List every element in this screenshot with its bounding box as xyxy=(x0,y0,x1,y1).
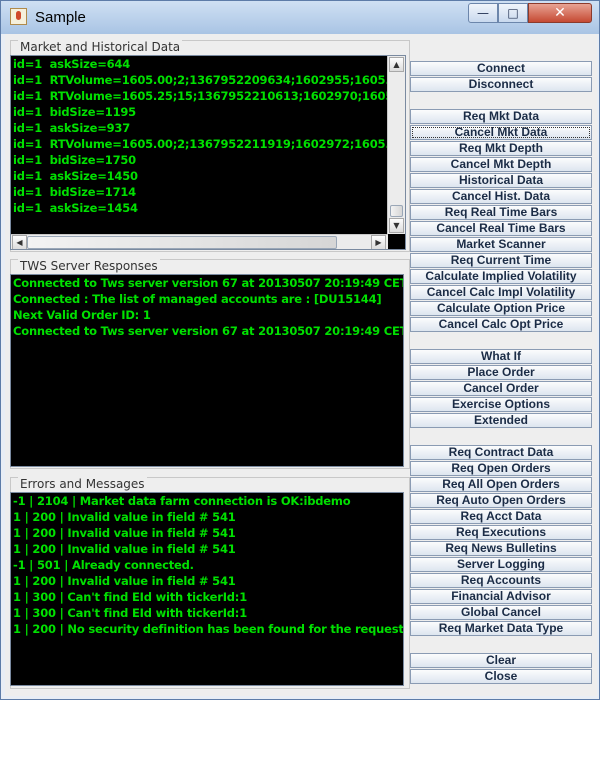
req-current-time-button[interactable]: Req Current Time xyxy=(410,253,592,268)
console-line: 1 | 200 | No security definition has bee… xyxy=(13,622,404,636)
cancel-mkt-depth-button[interactable]: Cancel Mkt Depth xyxy=(410,157,592,172)
req-acct-data-button[interactable]: Req Acct Data xyxy=(410,509,592,524)
cancel-calc-impl-volatility-button[interactable]: Cancel Calc Impl Volatility xyxy=(410,285,592,300)
financial-advisor-button[interactable]: Financial Advisor xyxy=(410,589,592,604)
console-line: 1 | 200 | Invalid value in field # 541 xyxy=(13,542,236,556)
console-line: 1 | 300 | Can't find EId with tickerId:1 xyxy=(13,590,247,604)
console-line: Next Valid Order ID: 1 xyxy=(13,308,151,322)
req-news-bulletins-button[interactable]: Req News Bulletins xyxy=(410,541,592,556)
console-line: id=1 bidSize=1750 xyxy=(13,153,136,167)
console-line: 1 | 200 | Invalid value in field # 541 xyxy=(13,510,236,524)
exercise-options-button[interactable]: Exercise Options xyxy=(410,397,592,412)
window-title: Sample xyxy=(35,9,86,26)
cancel-hist-data-button[interactable]: Cancel Hist. Data xyxy=(410,189,592,204)
what-if-button[interactable]: What If xyxy=(410,349,592,364)
content-pane: Market and Historical Data id=1 askSize=… xyxy=(5,34,597,696)
req-executions-button[interactable]: Req Executions xyxy=(410,525,592,540)
market-data-title: Market and Historical Data xyxy=(18,40,183,54)
console-line: id=1 askSize=1450 xyxy=(13,169,138,183)
scroll-down-arrow[interactable]: ▼ xyxy=(389,218,404,233)
minimize-button[interactable]: — xyxy=(468,3,498,23)
req-contract-data-button[interactable]: Req Contract Data xyxy=(410,445,592,460)
console-line: id=1 bidSize=1195 xyxy=(13,105,136,119)
req-auto-open-orders-button[interactable]: Req Auto Open Orders xyxy=(410,493,592,508)
market-data-vscrollbar[interactable]: ▲ ▼ xyxy=(387,56,405,234)
console-line: id=1 RTVolume=1605.00;2;1367952209634;16… xyxy=(13,73,406,87)
console-line: Connected to Tws server version 67 at 20… xyxy=(13,276,404,290)
cancel-calc-opt-price-button[interactable]: Cancel Calc Opt Price xyxy=(410,317,592,332)
errors-title: Errors and Messages xyxy=(18,477,147,491)
maximize-button[interactable]: □ xyxy=(498,3,528,23)
console-line: -1 | 2104 | Market data farm connection … xyxy=(13,494,351,508)
global-cancel-button[interactable]: Global Cancel xyxy=(410,605,592,620)
console-line: Connected : The list of managed accounts… xyxy=(13,292,382,306)
req-mkt-depth-button[interactable]: Req Mkt Depth xyxy=(410,141,592,156)
title-bar[interactable]: Sample — □ ✕ xyxy=(1,1,599,34)
java-cup-icon xyxy=(10,8,27,25)
errors-console[interactable]: -1 | 2104 | Market data farm connection … xyxy=(10,492,404,686)
console-line: -1 | 501 | Already connected. xyxy=(13,558,194,572)
app-window: Sample — □ ✕ Market and Historical Data … xyxy=(0,0,600,700)
req-open-orders-button[interactable]: Req Open Orders xyxy=(410,461,592,476)
clear-button[interactable]: Clear xyxy=(410,653,592,668)
console-line: 1 | 200 | Invalid value in field # 541 xyxy=(13,526,236,540)
console-line: 1 | 200 | Invalid value in field # 541 xyxy=(13,574,236,588)
disconnect-button[interactable]: Disconnect xyxy=(410,77,592,92)
tws-response-lines: Connected to Tws server version 67 at 20… xyxy=(11,275,403,339)
close-window-button[interactable]: ✕ xyxy=(528,3,592,23)
market-data-lines: id=1 askSize=644 id=1 RTVolume=1605.00;2;… xyxy=(11,56,405,216)
server-logging-button[interactable]: Server Logging xyxy=(410,557,592,572)
console-line: id=1 RTVolume=1605.00;2;1367952211919;16… xyxy=(13,137,406,151)
req-market-data-type-button[interactable]: Req Market Data Type xyxy=(410,621,592,636)
tws-responses-title: TWS Server Responses xyxy=(18,259,160,273)
scroll-up-arrow[interactable]: ▲ xyxy=(389,57,404,72)
extended-button[interactable]: Extended xyxy=(410,413,592,428)
req-accounts-button[interactable]: Req Accounts xyxy=(410,573,592,588)
market-data-console[interactable]: id=1 askSize=644 id=1 RTVolume=1605.00;2;… xyxy=(10,55,406,250)
req-mkt-data-button[interactable]: Req Mkt Data xyxy=(410,109,592,124)
console-line: Connected to Tws server version 67 at 20… xyxy=(13,324,404,338)
market-scanner-button[interactable]: Market Scanner xyxy=(410,237,592,252)
close-button[interactable]: Close xyxy=(410,669,592,684)
tws-responses-console[interactable]: Connected to Tws server version 67 at 20… xyxy=(10,274,404,467)
connect-button[interactable]: Connect xyxy=(410,61,592,76)
console-line: id=1 askSize=644 xyxy=(13,57,131,71)
req-real-time-bars-button[interactable]: Req Real Time Bars xyxy=(410,205,592,220)
market-data-hscrollbar[interactable]: ◀ ▶ xyxy=(11,234,388,249)
console-line: id=1 askSize=937 xyxy=(13,121,131,135)
cancel-mkt-data-button[interactable]: Cancel Mkt Data xyxy=(410,125,592,140)
vscroll-thumb[interactable] xyxy=(390,205,403,217)
cancel-real-time-bars-button[interactable]: Cancel Real Time Bars xyxy=(410,221,592,236)
hscroll-thumb[interactable] xyxy=(27,236,337,249)
calculate-option-price-button[interactable]: Calculate Option Price xyxy=(410,301,592,316)
scroll-right-arrow[interactable]: ▶ xyxy=(371,235,386,249)
place-order-button[interactable]: Place Order xyxy=(410,365,592,380)
console-line: id=1 RTVolume=1605.25;15;1367952210613;1… xyxy=(13,89,406,103)
scroll-left-arrow[interactable]: ◀ xyxy=(12,235,27,249)
console-line: id=1 askSize=1454 xyxy=(13,201,138,215)
console-line: id=1 bidSize=1714 xyxy=(13,185,136,199)
req-all-open-orders-button[interactable]: Req All Open Orders xyxy=(410,477,592,492)
cancel-order-button[interactable]: Cancel Order xyxy=(410,381,592,396)
calculate-implied-volatility-button[interactable]: Calculate Implied Volatility xyxy=(410,269,592,284)
historical-data-button[interactable]: Historical Data xyxy=(410,173,592,188)
error-message-lines: -1 | 2104 | Market data farm connection … xyxy=(11,493,403,637)
console-line: 1 | 300 | Can't find EId with tickerId:1 xyxy=(13,606,247,620)
